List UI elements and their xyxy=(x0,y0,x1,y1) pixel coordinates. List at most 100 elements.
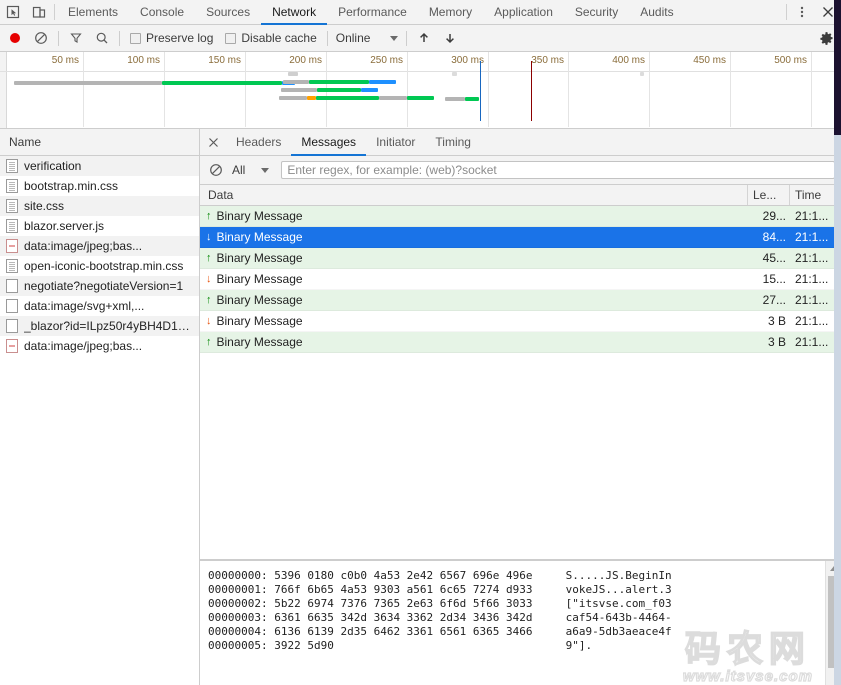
hex-offset: 00000001: xyxy=(208,583,268,596)
message-label: Binary Message xyxy=(216,293,303,307)
column-header-data[interactable]: Data xyxy=(200,185,748,205)
message-rows[interactable]: ↑ Binary Message 29... 21:1... ↓ Binary Messa… xyxy=(200,206,841,559)
tick-label: 300 ms xyxy=(451,55,484,66)
overview-bar xyxy=(465,97,479,101)
request-name: data:image/jpeg;bas... xyxy=(24,339,143,353)
table-row[interactable]: ↑ Binary Message 27... 21:1... xyxy=(200,290,841,311)
hex-pad xyxy=(533,583,566,596)
list-item[interactable]: negotiate?negotiateVersion=1 xyxy=(0,276,199,296)
document-icon xyxy=(6,219,18,233)
message-length-cell: 29... xyxy=(762,209,786,223)
import-har-icon[interactable] xyxy=(411,26,437,50)
tab-network[interactable]: Network xyxy=(261,0,328,25)
tab-security[interactable]: Security xyxy=(564,0,629,25)
table-row[interactable]: ↑ Binary Message 29... 21:1... xyxy=(200,206,841,227)
tab-sources[interactable]: Sources xyxy=(195,0,261,25)
network-overview[interactable]: 50 ms 100 ms 150 ms 200 ms 250 ms 300 ms… xyxy=(0,52,841,129)
tick-label: 450 ms xyxy=(693,55,726,66)
message-label: Binary Message xyxy=(216,230,303,244)
hex-pad xyxy=(533,569,566,582)
arrow-up-icon: ↑ xyxy=(206,293,212,306)
column-header-length[interactable]: Le... xyxy=(748,185,790,205)
tab-messages[interactable]: Messages xyxy=(291,129,367,156)
request-name: data:image/jpeg;bas... xyxy=(24,239,143,253)
request-list[interactable]: verification bootstrap.min.css site.css bla… xyxy=(0,156,199,685)
chevron-down-icon xyxy=(390,35,399,41)
tab-performance[interactable]: Performance xyxy=(327,0,418,25)
disable-cache-label: Disable cache xyxy=(241,31,317,45)
overview-event-line xyxy=(531,61,532,121)
message-data-cell: ↑ Binary Message xyxy=(200,248,750,268)
toolbar-divider xyxy=(119,30,120,46)
page-scrollbar[interactable] xyxy=(834,0,841,685)
table-row[interactable]: ↑ Binary Message 45... 21:1... xyxy=(200,248,841,269)
list-item[interactable]: blazor.server.js xyxy=(0,216,199,236)
overview-bar xyxy=(309,80,369,84)
tab-console[interactable]: Console xyxy=(129,0,195,25)
record-icon[interactable] xyxy=(2,26,28,50)
overview-bar xyxy=(14,81,162,85)
tab-elements[interactable]: Elements xyxy=(57,0,129,25)
hex-line: 00000003: 6361 6635 342d 3634 3362 2d34 … xyxy=(208,611,825,625)
message-data-cell: ↑ Binary Message xyxy=(200,332,750,352)
message-regex-input[interactable] xyxy=(281,161,835,179)
list-item[interactable]: site.css xyxy=(0,196,199,216)
message-length-cell: 3 B xyxy=(767,314,786,328)
hex-bytes: 6361 6635 342d 3634 3362 2d34 3436 342d xyxy=(274,611,533,624)
chevron-down-icon[interactable] xyxy=(261,167,270,173)
filter-icon[interactable] xyxy=(63,26,89,50)
list-item[interactable]: _blazor?id=ILpz50r4yBH4D1p... xyxy=(0,316,199,336)
network-toolbar: Preserve log Disable cache Online xyxy=(0,25,841,52)
tab-label: Network xyxy=(272,4,317,19)
search-icon[interactable] xyxy=(89,26,115,50)
list-item[interactable]: data:image/jpeg;bas... xyxy=(0,336,199,356)
hex-pad xyxy=(533,611,566,624)
list-item[interactable]: bootstrap.min.css xyxy=(0,176,199,196)
list-item[interactable]: data:image/jpeg;bas... xyxy=(0,236,199,256)
tab-label: Security xyxy=(574,4,619,19)
hex-bytes: 6136 6139 2d35 6462 3361 6561 6365 3466 xyxy=(274,625,533,638)
scrollbar-thumb[interactable] xyxy=(834,0,841,135)
throttling-dropdown[interactable]: Online xyxy=(332,31,403,45)
tab-application[interactable]: Application xyxy=(483,0,564,25)
message-type-value[interactable]: All xyxy=(232,163,245,177)
inspect-element-icon[interactable] xyxy=(0,0,26,24)
overview-bar xyxy=(307,96,316,100)
list-item[interactable]: verification xyxy=(0,156,199,176)
clear-icon[interactable] xyxy=(28,26,54,50)
list-item[interactable]: open-iconic-bootstrap.min.css xyxy=(0,256,199,276)
overview-bar xyxy=(316,96,379,100)
table-row[interactable]: ↓ Binary Message 3 B 21:1... xyxy=(200,311,841,332)
tab-memory[interactable]: Memory xyxy=(418,0,483,25)
export-har-icon[interactable] xyxy=(437,26,463,50)
tab-label: Sources xyxy=(206,4,251,19)
tab-audits[interactable]: Audits xyxy=(629,0,684,25)
tab-headers[interactable]: Headers xyxy=(226,129,291,156)
overview-bar xyxy=(281,88,317,92)
request-detail-panel: Headers Messages Initiator Timing All En… xyxy=(200,129,841,685)
device-toolbar-icon[interactable] xyxy=(26,0,52,24)
preserve-log-checkbox[interactable]: Preserve log xyxy=(124,31,219,45)
overview-bar xyxy=(361,88,378,92)
more-options-icon[interactable] xyxy=(789,0,815,24)
message-data-cell: ↓ Binary Message xyxy=(200,227,750,247)
tab-timing[interactable]: Timing xyxy=(425,129,481,156)
disable-cache-checkbox[interactable]: Disable cache xyxy=(219,31,322,45)
request-name: _blazor?id=ILpz50r4yBH4D1p... xyxy=(24,319,193,333)
hex-bytes: 3922 5d90 xyxy=(274,639,334,652)
table-row[interactable]: ↓ Binary Message 84... 21:1... xyxy=(200,227,841,248)
hex-pad xyxy=(334,639,566,652)
toolbar-divider xyxy=(54,4,55,20)
tick-label: 50 ms xyxy=(51,55,79,66)
close-detail-icon[interactable] xyxy=(200,129,226,155)
message-length-cell: 84... xyxy=(762,230,786,244)
tab-initiator[interactable]: Initiator xyxy=(366,129,425,156)
message-label: Binary Message xyxy=(216,272,303,286)
table-row[interactable]: ↑ Binary Message 3 B 21:1... xyxy=(200,332,841,353)
overview-bar xyxy=(640,72,644,76)
table-row[interactable]: ↓ Binary Message 15... 21:1... xyxy=(200,269,841,290)
list-item[interactable]: data:image/svg+xml,... xyxy=(0,296,199,316)
message-length-cell: 45... xyxy=(762,251,786,265)
clear-filter-icon[interactable] xyxy=(206,160,226,180)
tab-label: Elements xyxy=(68,4,119,19)
